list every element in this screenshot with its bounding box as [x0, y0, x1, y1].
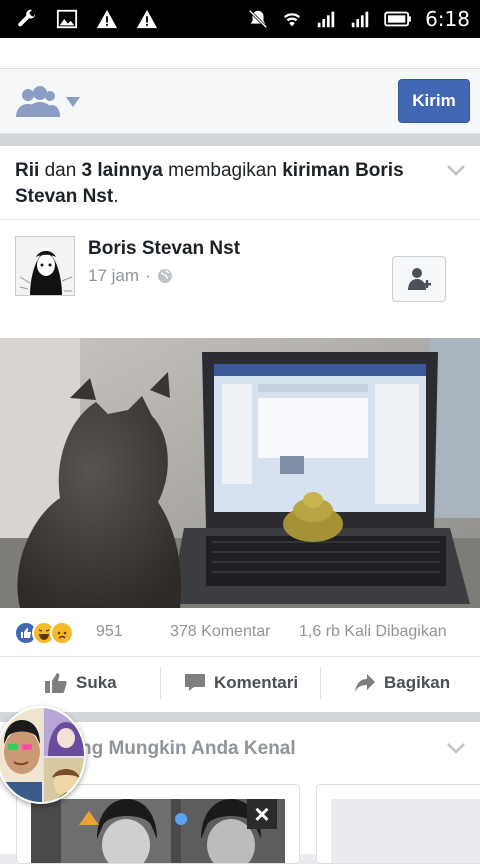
- post-meta: 17 jam ·: [88, 266, 173, 286]
- suggestion-photo[interactable]: [331, 799, 480, 863]
- add-friend-icon: [408, 268, 431, 290]
- sad-icon: [50, 621, 74, 645]
- post-menu-chevron-icon[interactable]: [446, 164, 466, 176]
- divider: [0, 219, 480, 220]
- spacer: [0, 38, 480, 68]
- share-composer-bar: Kirim: [0, 68, 480, 134]
- share-text: membagikan: [168, 160, 277, 181]
- cat-laptop-image: [0, 338, 480, 608]
- signal-icon: [317, 11, 335, 28]
- post-stats: 951 378 Komentar 1,6 rb Kali Dibagikan: [0, 608, 480, 656]
- warning-icon: [96, 9, 118, 29]
- image-icon: [56, 9, 78, 29]
- mute-icon: [248, 9, 268, 29]
- comment-label: Komentari: [214, 673, 299, 692]
- friends-icon: [16, 86, 60, 117]
- share-count[interactable]: 1,6 rb Kali Dibagikan: [299, 623, 447, 641]
- share-period: .: [113, 186, 119, 207]
- wrench-icon: [18, 9, 36, 27]
- pymk-suggestion-card[interactable]: [316, 784, 480, 864]
- reaction-count[interactable]: 951: [96, 623, 123, 641]
- share-button[interactable]: Bagikan: [354, 657, 450, 709]
- signal-icon: [351, 11, 369, 28]
- send-button[interactable]: Kirim: [398, 79, 470, 123]
- share-text: dan: [44, 160, 77, 181]
- pymk-menu-chevron-icon[interactable]: [446, 742, 466, 754]
- manga-avatar-image: [16, 237, 74, 295]
- post-time[interactable]: 17 jam: [88, 266, 139, 286]
- add-friend-button[interactable]: [392, 256, 446, 302]
- comment-count[interactable]: 378 Komentar: [170, 623, 271, 641]
- author-avatar[interactable]: [15, 236, 75, 296]
- post-photo[interactable]: [0, 338, 480, 608]
- pymk-title: rang Mungkin Anda Kenal: [62, 738, 296, 759]
- author-name[interactable]: Boris Stevan Nst: [88, 238, 240, 260]
- chat-head-bubble[interactable]: [0, 706, 86, 804]
- divider: [160, 667, 161, 699]
- thumbs-up-icon: [45, 673, 67, 693]
- battery-icon: [384, 11, 411, 27]
- meta-separator: ·: [145, 266, 151, 285]
- share-others-link[interactable]: 3 lainnya: [82, 160, 163, 181]
- status-bar: 6:18: [0, 0, 480, 38]
- share-label: Bagikan: [384, 673, 451, 692]
- section-divider: [0, 134, 480, 146]
- dismiss-suggestion-button[interactable]: ×: [247, 799, 277, 829]
- share-summary: Rii dan 3 lainnya membagikan kiriman Bor…: [15, 158, 435, 210]
- comment-icon: [185, 674, 205, 691]
- like-button[interactable]: Suka: [44, 657, 117, 709]
- audience-selector[interactable]: [14, 85, 80, 119]
- share-actor-link[interactable]: Rii: [15, 160, 39, 181]
- chevron-down-icon: [66, 97, 80, 107]
- comment-button[interactable]: Komentari: [184, 657, 298, 709]
- wifi-icon: [283, 13, 301, 27]
- globe-icon: [157, 269, 172, 283]
- post-action-bar: Suka Komentari Bagikan: [0, 656, 480, 708]
- like-label: Suka: [76, 673, 117, 692]
- reaction-icons[interactable]: [14, 621, 74, 645]
- share-arrow-icon: [355, 674, 375, 692]
- divider: [320, 667, 321, 699]
- warning-icon: [136, 9, 158, 29]
- clock: 6:18: [425, 7, 470, 31]
- shared-post-card: Rii dan 3 lainnya membagikan kiriman Bor…: [0, 146, 480, 712]
